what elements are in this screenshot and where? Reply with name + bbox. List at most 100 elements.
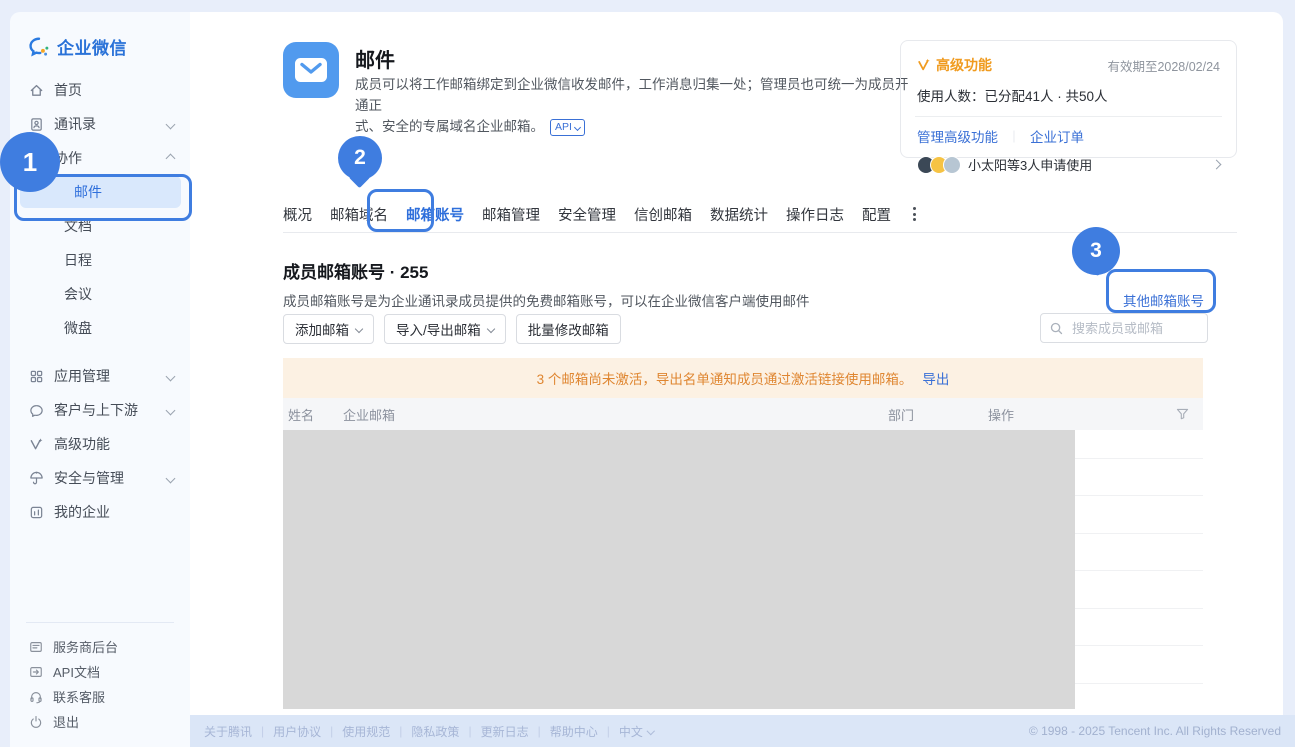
- api-badge-button[interactable]: API: [550, 119, 585, 136]
- tab-xinchuang-mail[interactable]: 信创邮箱: [634, 204, 692, 225]
- other-mail-accounts-link[interactable]: 其他邮箱账号: [1123, 290, 1204, 310]
- chevron-down-icon: [487, 325, 495, 333]
- sidebar-item-drive[interactable]: 微盘: [10, 311, 190, 345]
- wecom-admin-page: 企业微信 首页 通讯录 协作: [0, 0, 1295, 747]
- column-name: 姓名: [283, 405, 343, 424]
- redacted-table-content: [283, 430, 1075, 709]
- sidebar-item-customers[interactable]: 客户与上下游: [10, 393, 190, 427]
- chat-bubble-icon: [28, 402, 44, 418]
- export-link[interactable]: 导出: [922, 368, 949, 388]
- activation-notice-bar: 3 个邮箱尚未激活，导出名单通知成员通过激活链接使用邮箱。 导出: [283, 358, 1203, 398]
- home-icon: [28, 82, 44, 98]
- sidebar-item-label: 安全与管理: [54, 468, 124, 488]
- import-export-label: 导入/导出邮箱: [396, 319, 481, 339]
- manage-premium-link[interactable]: 管理高级功能: [917, 126, 998, 146]
- sidebar-item-my-company[interactable]: 我的企业: [10, 495, 190, 529]
- umbrella-icon: [28, 470, 44, 486]
- wecom-logo: 企业微信: [10, 12, 190, 59]
- usage-request-row[interactable]: 小太阳等3人申请使用: [917, 155, 1220, 174]
- tab-overview[interactable]: 概况: [283, 204, 312, 225]
- row-divider: [1075, 533, 1203, 534]
- sidebar-item-security[interactable]: 安全与管理: [10, 461, 190, 495]
- sidebar-item-contact-support[interactable]: 联系客服: [10, 684, 190, 709]
- footer-separator: |: [538, 724, 541, 738]
- power-icon: [28, 714, 44, 730]
- tab-data-statistics[interactable]: 数据统计: [710, 204, 768, 225]
- sidebar-item-label: 微盘: [64, 318, 92, 338]
- sidebar-item-app-management[interactable]: 应用管理: [10, 359, 190, 393]
- notice-text: 3 个邮箱尚未激活，导出名单通知成员通过激活链接使用邮箱。: [537, 368, 913, 388]
- sidebar-item-home[interactable]: 首页: [10, 73, 190, 107]
- mail-app-icon: [283, 42, 339, 98]
- api-badge-label: API: [555, 117, 572, 138]
- row-divider: [1075, 458, 1203, 459]
- table-header: 姓名 企业邮箱 部门 操作: [283, 398, 1203, 430]
- license-expiry: 有效期至2028/02/24: [1107, 56, 1220, 75]
- footer-link-rules[interactable]: 使用规范: [342, 723, 390, 740]
- row-divider: [1075, 495, 1203, 496]
- footer-link-changelog[interactable]: 更新日志: [481, 723, 529, 740]
- sidebar-item-meeting[interactable]: 会议: [10, 277, 190, 311]
- more-tabs-icon[interactable]: [909, 207, 920, 221]
- footer-link-privacy[interactable]: 隐私政策: [411, 723, 459, 740]
- search-input[interactable]: [1070, 320, 1198, 337]
- premium-title-label: 高级功能: [936, 55, 992, 75]
- add-mailbox-button[interactable]: 添加邮箱: [283, 314, 374, 344]
- tab-mail-accounts[interactable]: 邮箱账号: [406, 204, 464, 225]
- step-badge-1: 1: [0, 132, 60, 192]
- requester-avatars: [917, 156, 961, 174]
- tab-configuration[interactable]: 配置: [862, 204, 891, 225]
- sidebar-item-label: 退出: [53, 712, 79, 731]
- footer-link-agreement[interactable]: 用户协议: [273, 723, 321, 740]
- step-badge-3: 3: [1072, 227, 1120, 275]
- wecom-logo-text: 企业微信: [57, 34, 127, 59]
- language-switcher[interactable]: 中文: [619, 723, 654, 740]
- license-usage: 使用人数：已分配41人 · 共50人: [917, 85, 1220, 105]
- add-mailbox-label: 添加邮箱: [295, 319, 349, 339]
- sidebar-item-api-docs[interactable]: API文档: [10, 659, 190, 684]
- batch-modify-button[interactable]: 批量修改邮箱: [516, 314, 621, 344]
- sidebar-item-label: 客户与上下游: [54, 400, 138, 420]
- sidebar: 企业微信 首页 通讯录 协作: [10, 12, 190, 747]
- row-divider: [1075, 608, 1203, 609]
- footer-separator: |: [607, 724, 610, 738]
- chevron-down-icon: [355, 325, 363, 333]
- sidebar-item-calendar[interactable]: 日程: [10, 243, 190, 277]
- card-divider: [915, 116, 1222, 117]
- chevron-down-icon: [166, 371, 176, 381]
- api-doc-icon: [28, 664, 44, 680]
- chevron-up-icon: [166, 153, 176, 163]
- avatar: [943, 156, 961, 174]
- premium-v-icon: [917, 58, 931, 72]
- search-box[interactable]: [1040, 313, 1208, 343]
- sidebar-divider: [26, 622, 174, 623]
- import-export-button[interactable]: 导入/导出邮箱: [384, 314, 506, 344]
- language-label: 中文: [619, 723, 643, 740]
- link-separator: ｜: [1008, 128, 1020, 145]
- sidebar-item-docs[interactable]: 文档: [10, 209, 190, 243]
- tab-mail-domain[interactable]: 邮箱域名: [330, 204, 388, 225]
- sidebar-item-label: 首页: [54, 80, 82, 100]
- footer-link-about[interactable]: 关于腾讯: [204, 723, 252, 740]
- footer: 关于腾讯| 用户协议| 使用规范| 隐私政策| 更新日志| 帮助中心| 中文 ©…: [190, 715, 1295, 747]
- premium-v-icon: [28, 436, 44, 452]
- request-text: 小太阳等3人申请使用: [968, 155, 1092, 174]
- company-orders-link[interactable]: 企业订单: [1030, 126, 1084, 146]
- page-description: 成员可以将工作邮箱绑定到企业微信收发邮件，工作消息归集一处；管理员也可统一为成员…: [355, 74, 915, 137]
- search-icon: [1050, 322, 1063, 335]
- sidebar-item-premium[interactable]: 高级功能: [10, 427, 190, 461]
- sidebar-bottom-menu: 服务商后台 API文档 联系客服 退出: [10, 634, 190, 734]
- chevron-down-icon: [166, 405, 176, 415]
- filter-icon[interactable]: [1176, 408, 1189, 420]
- tab-security-management[interactable]: 安全管理: [558, 204, 616, 225]
- sidebar-item-provider-console[interactable]: 服务商后台: [10, 634, 190, 659]
- sidebar-item-label: 会议: [64, 284, 92, 304]
- contacts-icon: [28, 116, 44, 132]
- sidebar-item-logout[interactable]: 退出: [10, 709, 190, 734]
- company-icon: [28, 504, 44, 520]
- footer-link-help[interactable]: 帮助中心: [550, 723, 598, 740]
- tab-operation-log[interactable]: 操作日志: [786, 204, 844, 225]
- main-content: 邮件 成员可以将工作邮箱绑定到企业微信收发邮件，工作消息归集一处；管理员也可统一…: [190, 12, 1283, 715]
- chevron-right-icon: [1212, 160, 1222, 170]
- tab-mail-management[interactable]: 邮箱管理: [482, 204, 540, 225]
